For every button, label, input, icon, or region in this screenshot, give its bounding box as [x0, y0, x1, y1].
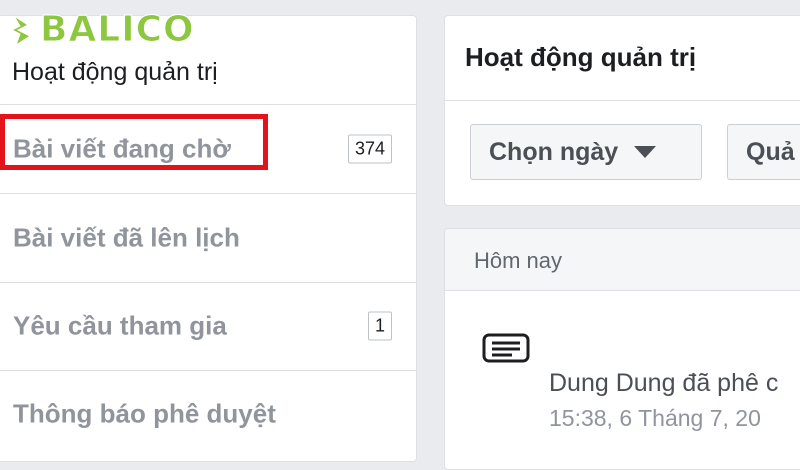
page-title: Hoạt động quản trị: [465, 42, 697, 72]
activity-entry-text[interactable]: Dung Dung đã phê c: [549, 369, 778, 398]
highlight-box: [0, 114, 268, 170]
sidebar-item-label: Bài viết đã lên lịch: [13, 222, 240, 253]
logo-text: BALICO: [40, 9, 195, 50]
post-list-icon: [482, 333, 530, 363]
sidebar-item-label: Thông báo phê duyệt: [13, 398, 276, 429]
divider: [445, 100, 800, 101]
sidebar-item-approval-notifications[interactable]: Thông báo phê duyệt: [0, 370, 416, 458]
balico-logo: BALICO: [10, 9, 195, 50]
activity-log-card: Hôm nay Dung Dung đã phê c 15:38, 6 Thán…: [444, 228, 800, 470]
choose-date-dropdown[interactable]: Chọn ngày: [470, 124, 702, 180]
admin-filter-label: Quả: [746, 137, 795, 166]
section-date-label: Hôm nay: [474, 248, 563, 273]
activity-timestamp: 15:38, 6 Tháng 7, 20: [549, 405, 761, 431]
choose-date-label: Chọn ngày: [489, 137, 619, 166]
admin-activity-header-card: Hoạt động quản trị Chọn ngày Quả: [444, 15, 800, 206]
sidebar-item-scheduled-posts[interactable]: Bài viết đã lên lịch: [0, 194, 416, 282]
pending-count-badge: 374: [347, 134, 392, 164]
caret-down-icon: [634, 146, 657, 158]
sidebar-item-member-requests[interactable]: Yêu cầu tham gia 1: [0, 282, 416, 370]
admin-filter-dropdown[interactable]: Quả: [727, 124, 800, 180]
request-count-badge: 1: [367, 311, 392, 341]
activity-section-header: Hôm nay: [445, 229, 800, 291]
sidebar-item-label: Yêu cầu tham gia: [13, 310, 227, 341]
admin-activity-sidebar: Hoạt động quản trị Bài viết đang chờ 374…: [0, 15, 417, 462]
sidebar-title: Hoạt động quản trị: [12, 58, 218, 86]
balico-logo-icon: [10, 15, 32, 47]
